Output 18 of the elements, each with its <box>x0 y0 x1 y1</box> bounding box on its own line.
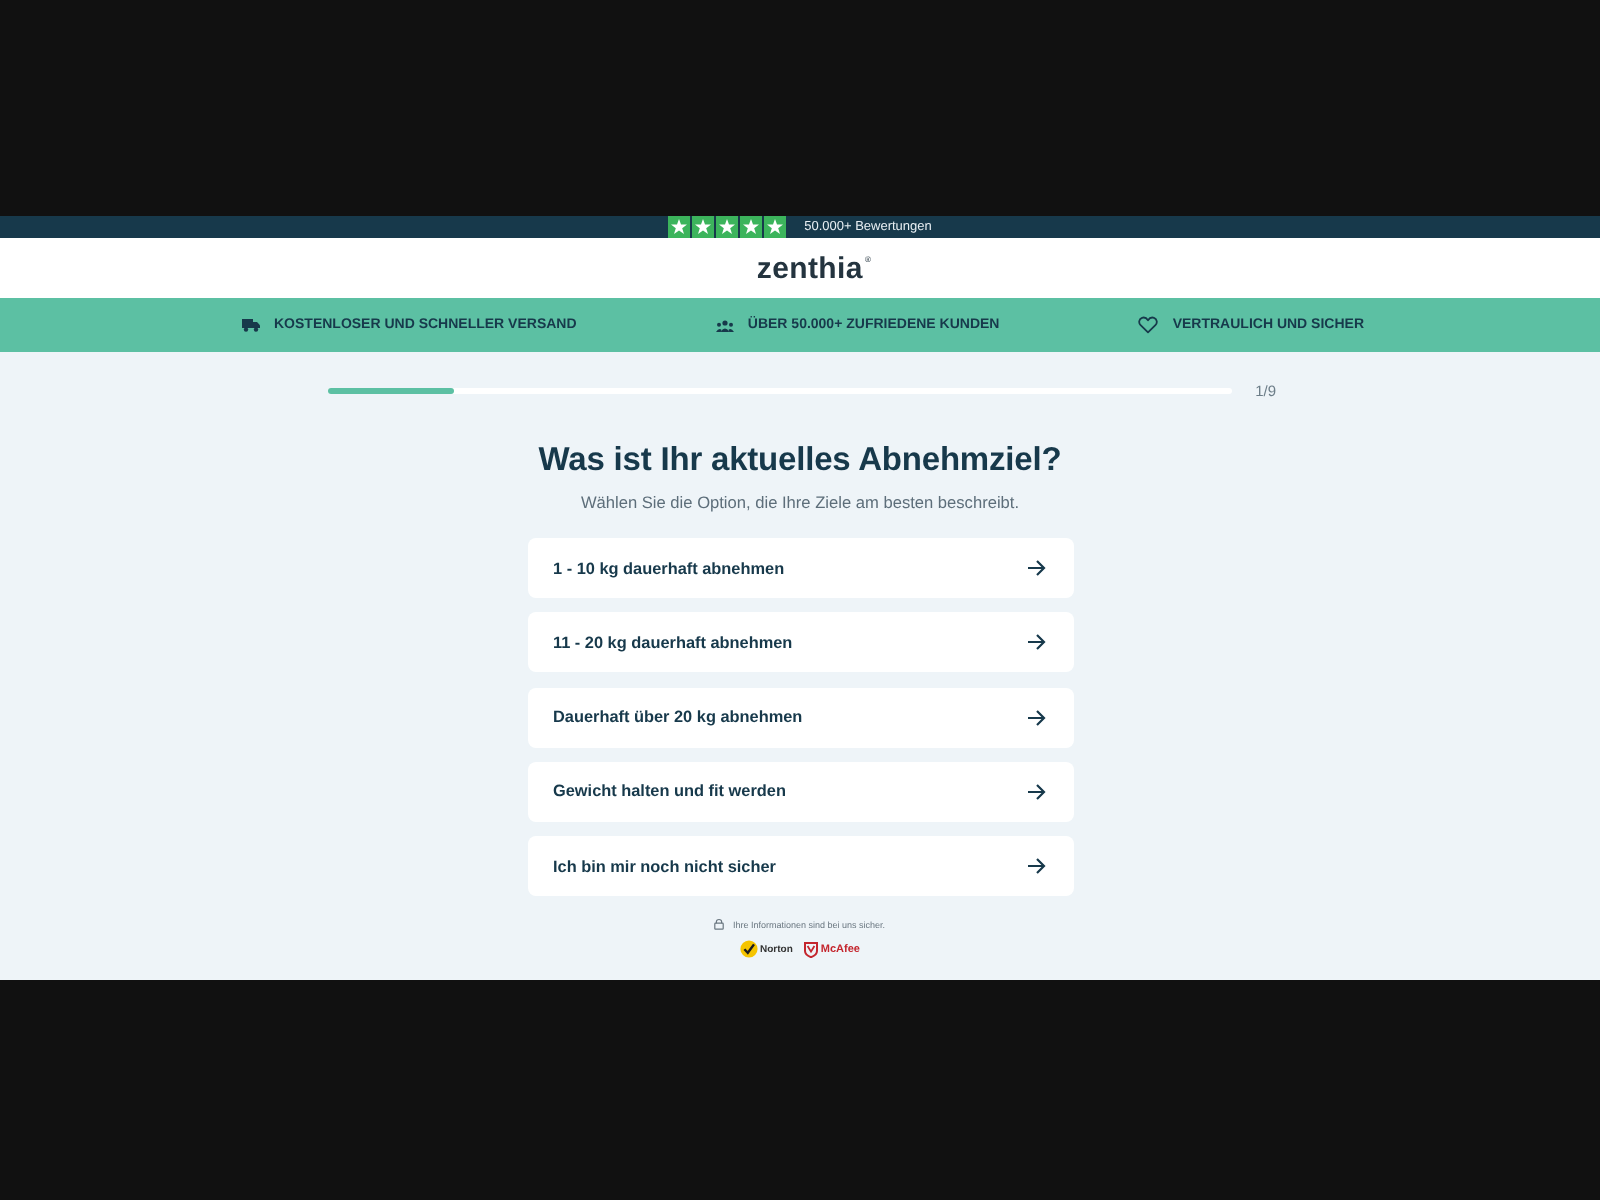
arrow-right-icon <box>1025 707 1045 728</box>
people-icon <box>715 319 734 331</box>
answer-option[interactable]: Gewicht halten und fit werden <box>527 761 1073 822</box>
answer-option[interactable]: Dauerhaft über 20 kg abnehmen <box>527 687 1073 748</box>
arrow-right-icon <box>1025 558 1045 578</box>
question-subtitle: Wählen Sie die Option, die Ihre Ziele am besten beschreibt. <box>580 492 1020 512</box>
arrow-right-icon <box>1025 856 1045 877</box>
checkmark-seal-icon <box>740 940 759 959</box>
arrow-right-icon <box>1025 632 1045 653</box>
answer-option[interactable]: 1 - 10 kg dauerhaft abnehmen <box>527 538 1073 598</box>
lock-icon <box>714 918 725 931</box>
arrow-right-icon <box>1025 781 1045 802</box>
answer-option[interactable]: Ich bin mir noch nicht sicher <box>527 836 1073 897</box>
heart-icon <box>1138 316 1159 334</box>
shield-icon <box>804 941 819 958</box>
answer-option[interactable]: 11 - 20 kg dauerhaft abnehmen <box>527 612 1073 673</box>
question-title: Was ist Ihr aktuelles Abnehmziel? <box>538 442 1062 480</box>
truck-icon <box>242 318 260 332</box>
